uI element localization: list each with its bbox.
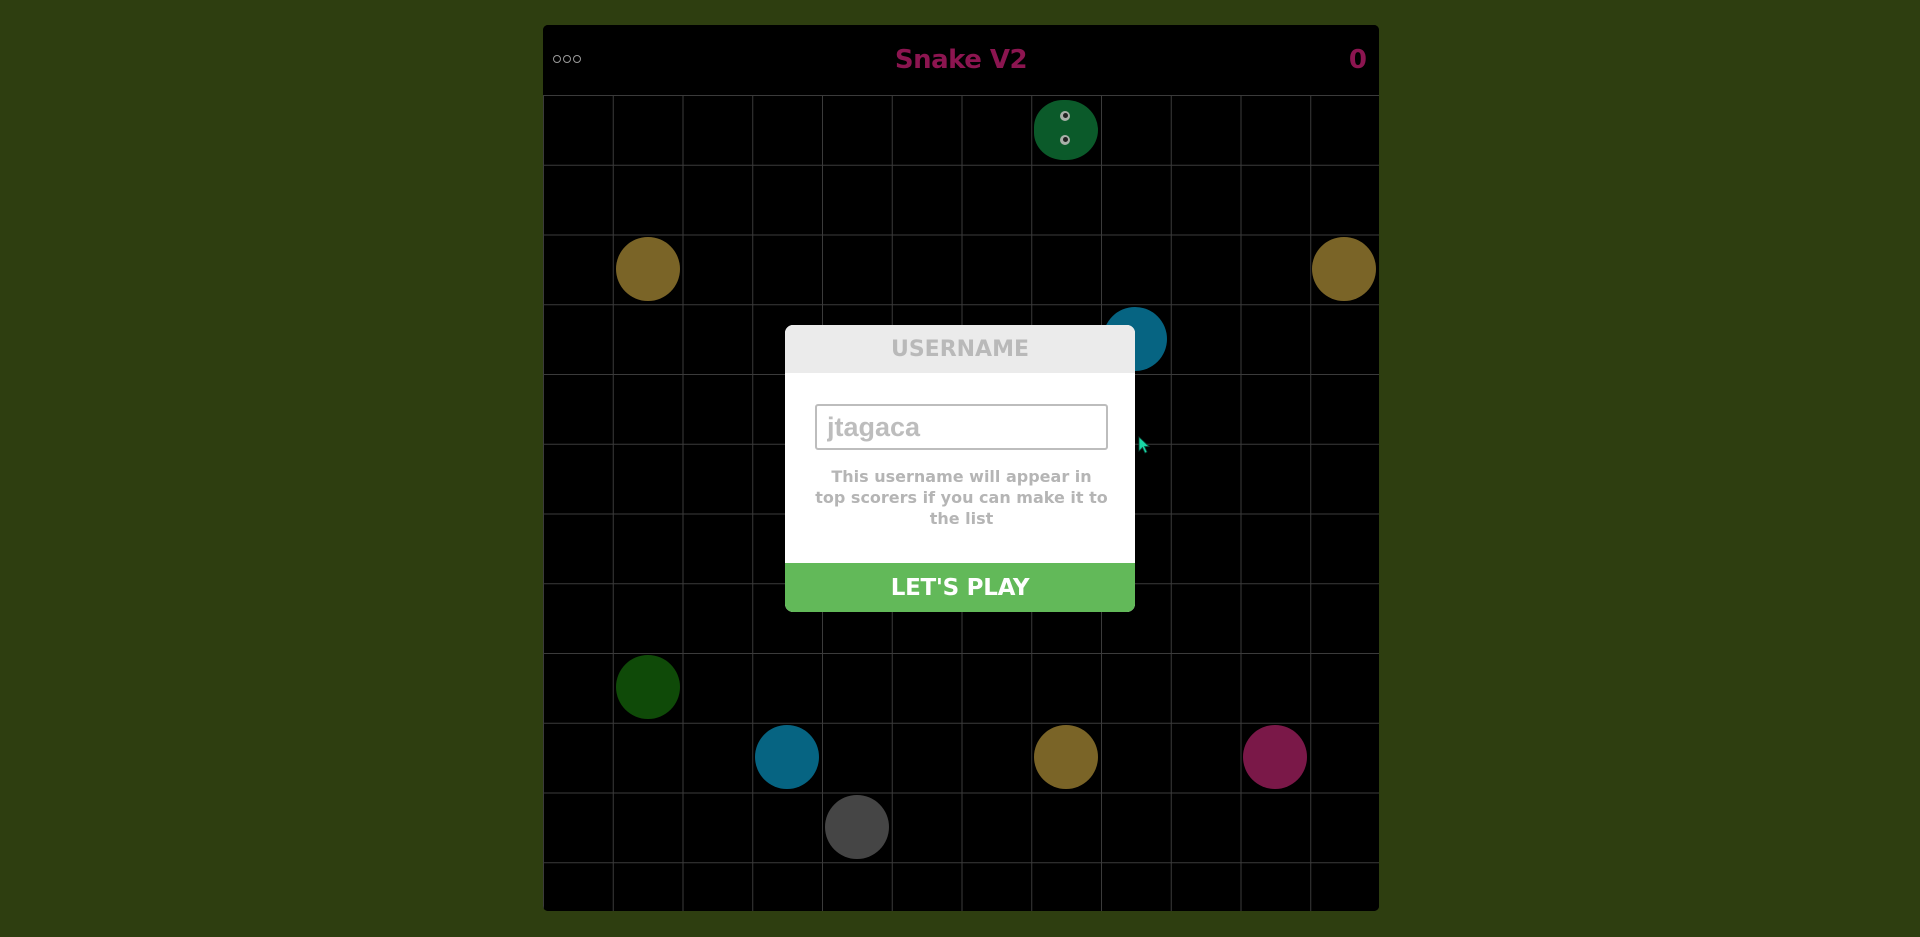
snake-eye <box>1059 110 1070 121</box>
snake-eye <box>1059 134 1070 145</box>
food-dot <box>754 724 819 789</box>
username-input[interactable] <box>815 404 1108 450</box>
snake-head <box>1033 99 1098 160</box>
food-dot <box>1033 724 1098 789</box>
game-title: Snake V2 <box>894 45 1028 75</box>
food-dot <box>615 655 680 720</box>
score-counter: 0 <box>1348 45 1367 75</box>
lets-play-button[interactable]: LET'S PLAY <box>785 563 1135 612</box>
game-header: Snake V2 0 <box>543 25 1379 96</box>
username-helper-text: This username will appear in top scorers… <box>815 467 1108 528</box>
dialog-title: USERNAME <box>785 325 1135 373</box>
food-dot <box>1242 724 1307 789</box>
food-dot <box>824 794 889 859</box>
mouse-cursor-icon <box>1138 436 1151 454</box>
food-dot <box>615 237 680 302</box>
food-dot <box>1312 237 1377 302</box>
username-dialog: USERNAME This username will appear in to… <box>785 325 1135 612</box>
